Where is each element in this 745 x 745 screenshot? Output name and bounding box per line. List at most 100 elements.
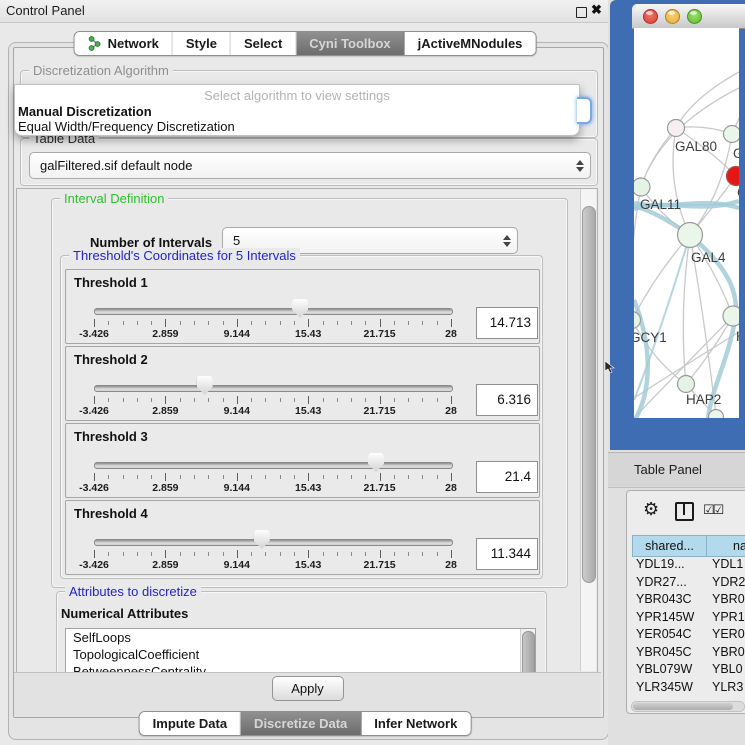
table-row[interactable]: YBR043CYBR0 (632, 592, 745, 610)
slider-tick (323, 321, 324, 325)
slider-tick-label: 2.859 (152, 405, 178, 417)
threshold-panel-2: Threshold 2-3.4262.8599.14415.4321.71528… (65, 346, 540, 421)
close-icon[interactable]: ✖ (591, 2, 602, 18)
slider-tick (208, 398, 209, 402)
slider-tick (323, 475, 324, 479)
slider-tick (137, 475, 138, 479)
slider-tick (251, 552, 252, 556)
slider-tick (265, 398, 266, 402)
vertical-scrollbar-thumb[interactable] (582, 206, 596, 583)
slider-tick (137, 552, 138, 556)
vertical-scrollbar[interactable] (580, 189, 596, 671)
tab-discretize-data[interactable]: Discretize Data (241, 712, 361, 735)
list-scrollbar-thumb[interactable] (522, 631, 535, 674)
tab-select[interactable]: Select (231, 32, 296, 55)
table-row[interactable]: YER054CYER0 (632, 627, 745, 645)
horizontal-scrollbar-thumb[interactable] (633, 703, 733, 710)
tab-style[interactable]: Style (173, 32, 231, 55)
network-window-titlebar[interactable] (632, 4, 745, 29)
tab-cyni-toolbox[interactable]: Cyni Toolbox (296, 32, 404, 55)
tab-jactivemnodules-label: jActiveMNodules (418, 36, 523, 51)
slider-handle[interactable] (292, 299, 308, 318)
float-window-icon[interactable] (576, 7, 587, 18)
network-node-gal11[interactable] (634, 178, 650, 196)
slider-track[interactable] (94, 308, 453, 315)
cell-shared-name: YDL19... (632, 557, 712, 575)
table-row[interactable]: YDL19...YDL1 (632, 557, 745, 575)
threshold-value-field[interactable]: 6.316 (476, 384, 538, 416)
threshold-value-field[interactable]: 11.344 (476, 538, 538, 570)
slider-tick (108, 321, 109, 325)
zoom-traffic-light-icon[interactable] (687, 9, 702, 24)
slider-tick (151, 552, 152, 556)
slider-track[interactable] (94, 385, 453, 392)
threshold-value-field[interactable]: 14.713 (476, 307, 538, 339)
list-scrollbar[interactable] (520, 629, 535, 674)
threshold-label: Threshold 3 (74, 429, 148, 444)
slider-tick (380, 473, 381, 481)
popup-option-manual-discretization[interactable]: Manual Discretization (18, 104, 152, 119)
apply-button[interactable]: Apply (272, 676, 344, 701)
slider-tick (365, 398, 366, 402)
attribute-list-item[interactable]: SelfLoops (66, 629, 535, 646)
slider-tick (251, 475, 252, 479)
tab-impute-data[interactable]: Impute Data (140, 712, 241, 735)
attribute-list-item[interactable]: TopologicalCoefficient (66, 646, 535, 663)
select-columns-checkbox-icons[interactable]: ☑☑ (703, 502, 722, 518)
tab-cyni-toolbox-label: Cyni Toolbox (309, 36, 390, 51)
slider-tick (351, 552, 352, 556)
algorithm-combobox-focus-fragment[interactable] (577, 97, 592, 124)
slider-handle[interactable] (368, 453, 384, 472)
table-row[interactable]: YLR345WYLR3 (632, 680, 745, 698)
network-canvas[interactable]: GAL80GACGAL11GAL4GCY1HHAP2 (634, 28, 739, 418)
table-row[interactable]: YBL079WYBL0 (632, 662, 745, 680)
slider-tick (308, 473, 309, 481)
slider-tick (137, 321, 138, 325)
numerical-attributes-list[interactable]: SelfLoopsTopologicalCoefficientBetweenne… (65, 628, 536, 674)
split-columns-icon[interactable] (675, 502, 694, 521)
tab-infer-network[interactable]: Infer Network (361, 712, 470, 735)
slider-track[interactable] (94, 539, 453, 546)
table-data-group: Table Data galFiltered.sif default node (20, 138, 598, 186)
slider-tick-label: 9.144 (224, 328, 250, 340)
slider-tick (308, 550, 309, 558)
network-node-label: HAP2 (686, 392, 721, 407)
network-node-ga[interactable] (724, 126, 740, 143)
slider-tick (408, 321, 409, 325)
slider-tick (337, 398, 338, 402)
network-node-hap2[interactable] (678, 376, 695, 393)
popup-option-equal-width-frequency[interactable]: Equal Width/Frequency Discretization (18, 119, 235, 134)
slider-tick (422, 398, 423, 402)
column-header-shared[interactable]: shared... (632, 535, 707, 557)
network-node-h[interactable] (723, 306, 739, 326)
slider-tick (165, 319, 166, 327)
gear-icon[interactable]: ⚙ (643, 499, 659, 520)
slider-tick (351, 475, 352, 479)
network-node-gal80[interactable] (668, 120, 685, 137)
slider-track[interactable] (94, 462, 453, 469)
table-row[interactable]: YPR145WYPR1 (632, 610, 745, 628)
slider-tick-labels: -3.4262.8599.14415.4321.71528 (94, 482, 451, 494)
close-traffic-light-icon[interactable] (643, 9, 658, 24)
tab-network[interactable]: Network (75, 32, 173, 55)
threshold-value-field[interactable]: 21.4 (476, 461, 538, 493)
table-data-combobox[interactable]: galFiltered.sif default node (29, 152, 591, 179)
cell-name: YDR2 (712, 575, 745, 593)
column-header-name[interactable]: na (707, 535, 745, 557)
combo-spinner-icon (497, 235, 517, 247)
table-row[interactable]: YBR045CYBR0 (632, 645, 745, 663)
slider-tick (408, 475, 409, 479)
tab-infer-network-label: Infer Network (374, 716, 457, 731)
minimize-traffic-light-icon[interactable] (665, 9, 680, 24)
slider-tick-labels: -3.4262.8599.14415.4321.71528 (94, 328, 451, 340)
slider-handle[interactable] (254, 530, 270, 549)
slider-tick (237, 396, 238, 404)
slider-handle[interactable] (197, 376, 213, 395)
network-node-gal4[interactable] (678, 223, 703, 248)
network-node-label: GAL11 (640, 197, 681, 212)
table-row[interactable]: YIL052CYIL0 (632, 697, 745, 699)
tab-jactivemnodules[interactable]: jActiveMNodules (405, 32, 536, 55)
horizontal-scrollbar[interactable] (631, 701, 745, 712)
cell-shared-name: YLR345W (632, 680, 712, 698)
table-row[interactable]: YDR27...YDR2 (632, 575, 745, 593)
